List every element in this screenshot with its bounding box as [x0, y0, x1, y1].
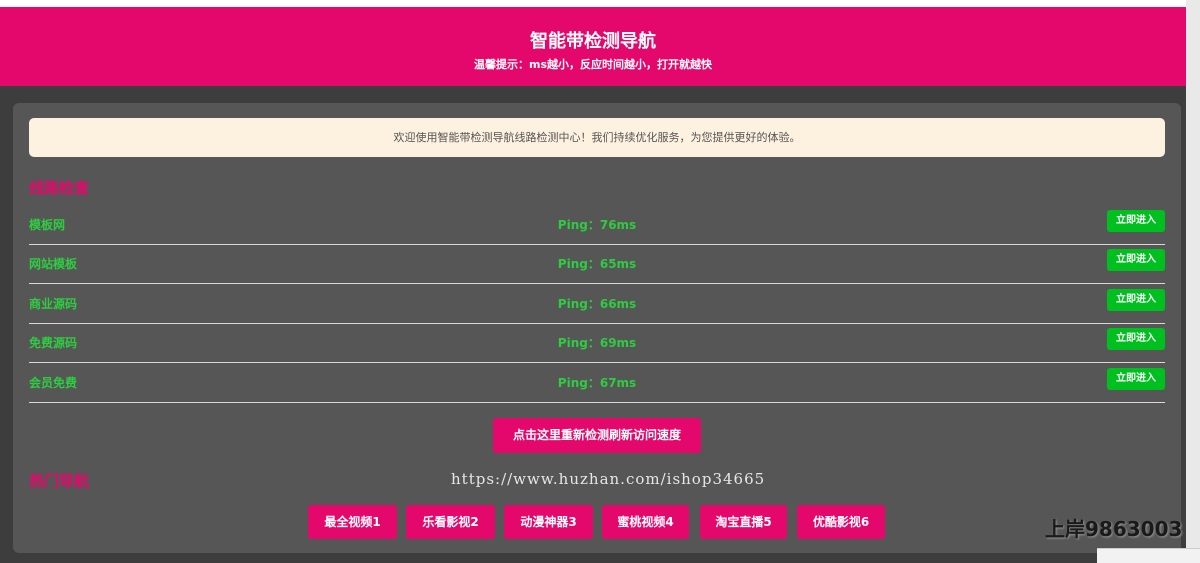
main-panel: 欢迎使用智能带检测导航线路检测中心！我们持续优化服务，为您提供更好的体验。 线路… [13, 103, 1181, 553]
line-ping: Ping：67ms [557, 376, 637, 390]
line-row: 会员免费 Ping：67ms 立即进入 [29, 363, 1165, 403]
page-subtitle: 温馨提示：ms越小，反应时间越小，打开就越快 [473, 58, 712, 71]
line-row: 免费源码 Ping：69ms 立即进入 [29, 323, 1165, 363]
line-row: 商业源码 Ping：66ms 立即进入 [29, 284, 1165, 324]
scrollbar[interactable] [1186, 0, 1200, 562]
enter-button[interactable]: 立即进入 [1107, 289, 1165, 311]
watermark-url: https://www.huzhan.com/ishop34665 [451, 470, 766, 488]
section-title-hot-nav: 热门导航 [29, 472, 90, 490]
line-ping: Ping：76ms [557, 218, 637, 232]
line-row: 模板网 Ping：76ms 立即进入 [29, 205, 1165, 245]
hot-nav-item[interactable]: 优酷影视6 [797, 505, 885, 539]
hot-nav-item[interactable]: 乐看影视2 [406, 505, 495, 539]
section-title-line-check: 线路检查 [29, 179, 90, 197]
enter-button[interactable]: 立即进入 [1107, 368, 1165, 390]
welcome-notice: 欢迎使用智能带检测导航线路检测中心！我们持续优化服务，为您提供更好的体验。 [29, 118, 1165, 157]
corner-watermark: 上岸9863003 [1045, 517, 1183, 541]
hot-nav-item[interactable]: 淘宝直播5 [700, 505, 787, 539]
line-ping: Ping：65ms [557, 257, 637, 271]
line-row: 网站模板 Ping：65ms 立即进入 [29, 244, 1165, 284]
top-strip [0, 0, 1200, 7]
line-ping: Ping：66ms [557, 297, 637, 311]
ime-toolbar [1097, 548, 1200, 563]
enter-button[interactable]: 立即进入 [1107, 249, 1165, 271]
hot-nav-item[interactable]: 蜜桃视频4 [602, 505, 689, 539]
page-title: 智能带检测导航 [530, 31, 656, 52]
hot-nav-item[interactable]: 动漫神器3 [504, 505, 593, 539]
page-header: 智能带检测导航 温馨提示：ms越小，反应时间越小，打开就越快 [0, 7, 1186, 86]
enter-button[interactable]: 立即进入 [1107, 328, 1165, 350]
refresh-speed-button[interactable]: 点击这里重新检测刷新访问速度 [493, 418, 701, 453]
hot-nav-item[interactable]: 最全视频1 [308, 505, 397, 539]
line-ping: Ping：69ms [557, 336, 637, 350]
enter-button[interactable]: 立即进入 [1107, 210, 1165, 232]
